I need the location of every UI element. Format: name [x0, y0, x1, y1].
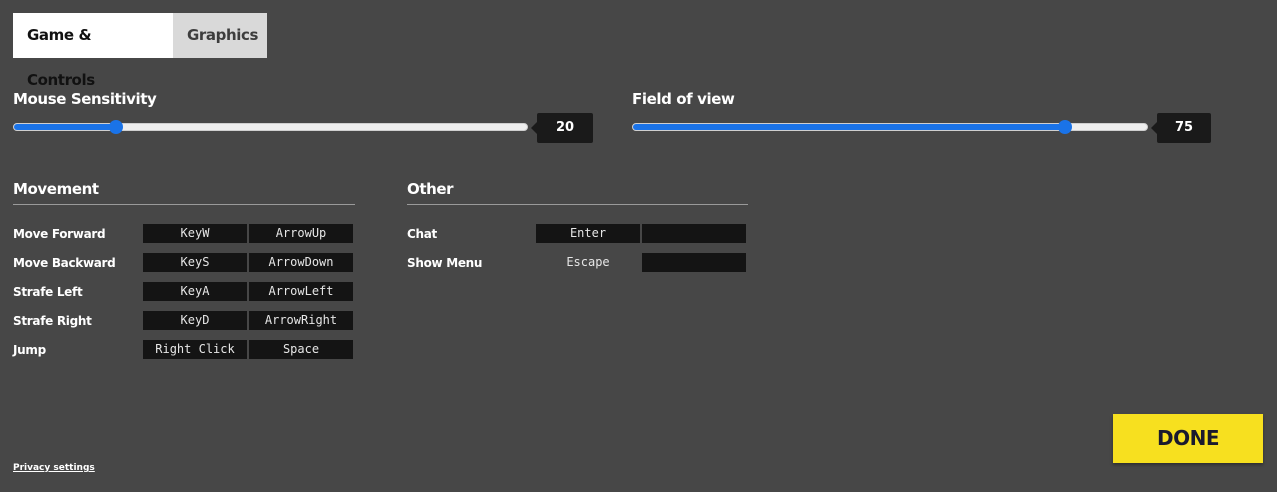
- field-of-view-value: 75: [1151, 113, 1211, 143]
- tab-graphics[interactable]: Graphics: [173, 13, 267, 58]
- mouse-sensitivity-thumb[interactable]: [109, 120, 123, 134]
- keybind-primary[interactable]: KeyA: [143, 282, 247, 301]
- tab-game-controls[interactable]: Game & Controls: [13, 13, 173, 89]
- keybind-row: Strafe Left KeyA ArrowLeft: [13, 277, 355, 306]
- keybind-row: Show Menu Escape: [407, 248, 748, 277]
- keybind-secondary[interactable]: ArrowDown: [249, 253, 353, 272]
- keybind-label: Strafe Right: [13, 313, 92, 328]
- other-title: Other: [407, 178, 748, 205]
- keybind-primary[interactable]: KeyS: [143, 253, 247, 272]
- keybind-secondary[interactable]: [642, 224, 746, 243]
- keybind-secondary[interactable]: Space: [249, 340, 353, 359]
- privacy-settings-link[interactable]: Privacy settings: [13, 463, 95, 473]
- keybind-primary[interactable]: KeyD: [143, 311, 247, 330]
- keybind-secondary[interactable]: ArrowUp: [249, 224, 353, 243]
- keybind-secondary[interactable]: ArrowRight: [249, 311, 353, 330]
- keybind-primary[interactable]: Right Click: [143, 340, 247, 359]
- mouse-sensitivity-setting: Mouse Sensitivity 20: [13, 88, 593, 143]
- keybind-primary[interactable]: Enter: [536, 224, 640, 243]
- keybind-primary[interactable]: Escape: [536, 253, 640, 272]
- keybind-row: Chat Enter: [407, 219, 748, 248]
- keybind-label: Jump: [13, 342, 46, 357]
- mouse-sensitivity-label: Mouse Sensitivity: [13, 90, 157, 108]
- movement-title: Movement: [13, 178, 355, 205]
- field-of-view-label: Field of view: [632, 90, 735, 108]
- keybind-secondary[interactable]: ArrowLeft: [249, 282, 353, 301]
- keybind-label: Strafe Left: [13, 284, 83, 299]
- keybind-label: Move Forward: [13, 226, 106, 241]
- keybind-row: Move Backward KeyS ArrowDown: [13, 248, 355, 277]
- mouse-sensitivity-slider[interactable]: [13, 123, 528, 131]
- settings-tabs: Game & Controls Graphics: [13, 13, 267, 89]
- field-of-view-fill: [633, 124, 1065, 130]
- keybind-primary[interactable]: KeyW: [143, 224, 247, 243]
- field-of-view-thumb[interactable]: [1058, 120, 1073, 134]
- keybind-label: Move Backward: [13, 255, 116, 270]
- mouse-sensitivity-value: 20: [531, 113, 593, 143]
- keybind-row: Move Forward KeyW ArrowUp: [13, 219, 355, 248]
- done-button[interactable]: DONE: [1113, 414, 1263, 463]
- keybind-secondary[interactable]: [642, 253, 746, 272]
- other-section: Other Chat Enter Show Menu Escape: [407, 178, 748, 277]
- keybind-label: Show Menu: [407, 255, 483, 270]
- mouse-sensitivity-fill: [14, 124, 117, 130]
- keybind-row: Strafe Right KeyD ArrowRight: [13, 306, 355, 335]
- keybind-row: Jump Right Click Space: [13, 335, 355, 364]
- movement-section: Movement Move Forward KeyW ArrowUp Move …: [13, 178, 355, 364]
- field-of-view-setting: Field of view 75: [632, 88, 1212, 143]
- keybind-label: Chat: [407, 226, 437, 241]
